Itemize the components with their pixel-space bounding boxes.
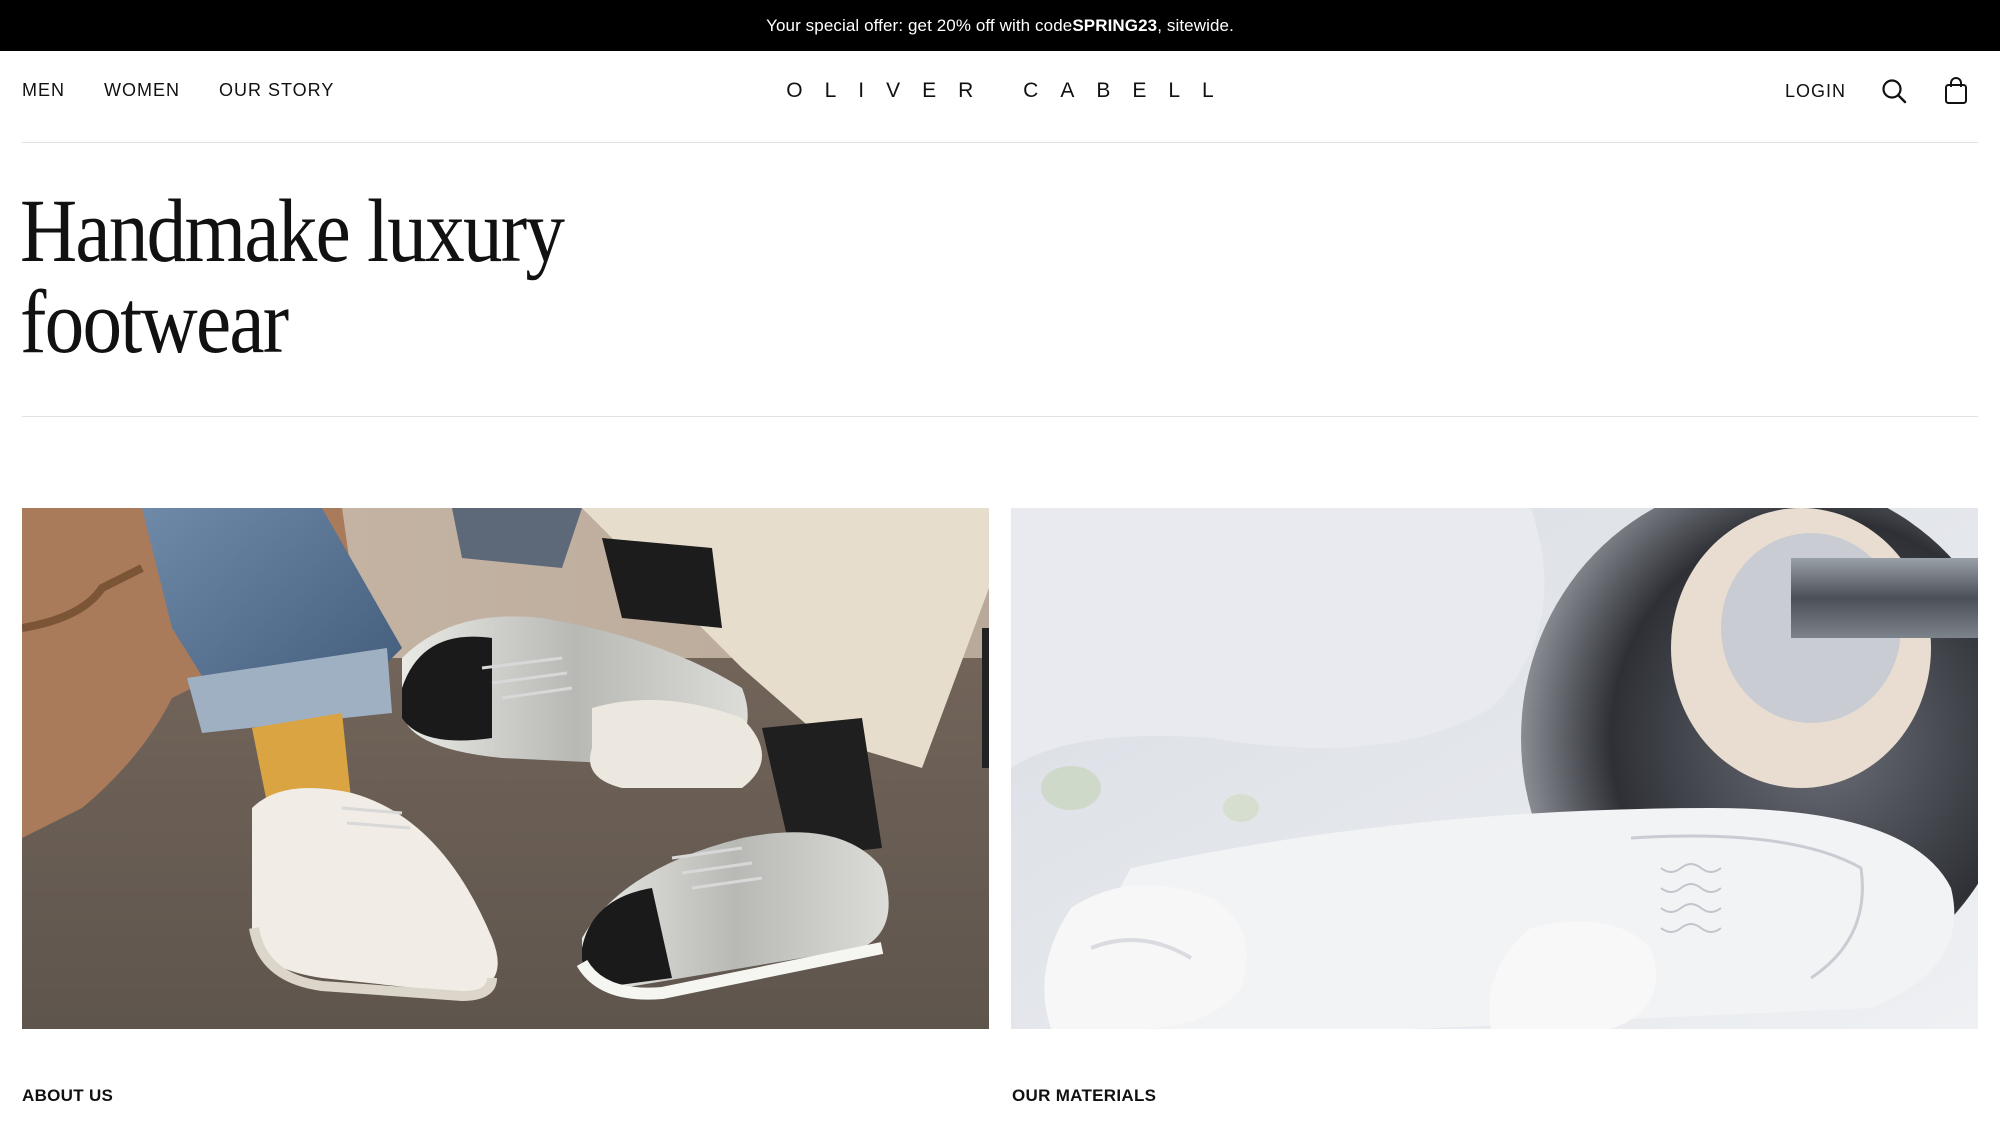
headline-line-1: Handmake luxury	[20, 182, 565, 281]
about-us-card-image[interactable]	[22, 508, 989, 1029]
page-headline: Handmake luxury footwear	[20, 186, 812, 368]
nav-actions: LOGIN	[1785, 51, 1970, 131]
headline-line-2: footwear	[20, 273, 289, 372]
promo-banner: Your special offer: get 20% off with cod…	[0, 0, 2000, 51]
shopping-bag-icon[interactable]	[1942, 77, 1970, 105]
search-icon[interactable]	[1880, 77, 1908, 105]
about-us-link[interactable]: ABOUT US	[22, 1086, 113, 1106]
brand-logo[interactable]: OLIVER CABELL	[0, 51, 2000, 131]
our-materials-link[interactable]: OUR MATERIALS	[1012, 1086, 1156, 1106]
main-nav: MEN WOMEN OUR STORY OLIVER CABELL LOGIN	[0, 51, 2000, 143]
login-link[interactable]: LOGIN	[1785, 81, 1846, 102]
header-divider	[22, 142, 1978, 143]
promo-code: SPRING23	[1072, 15, 1158, 35]
promo-text-after: , sitewide.	[1157, 15, 1234, 35]
promo-text-before: Your special offer: get 20% off with cod…	[766, 15, 1073, 35]
our-materials-card-image[interactable]	[1011, 508, 1978, 1029]
headline-divider	[22, 416, 1978, 417]
